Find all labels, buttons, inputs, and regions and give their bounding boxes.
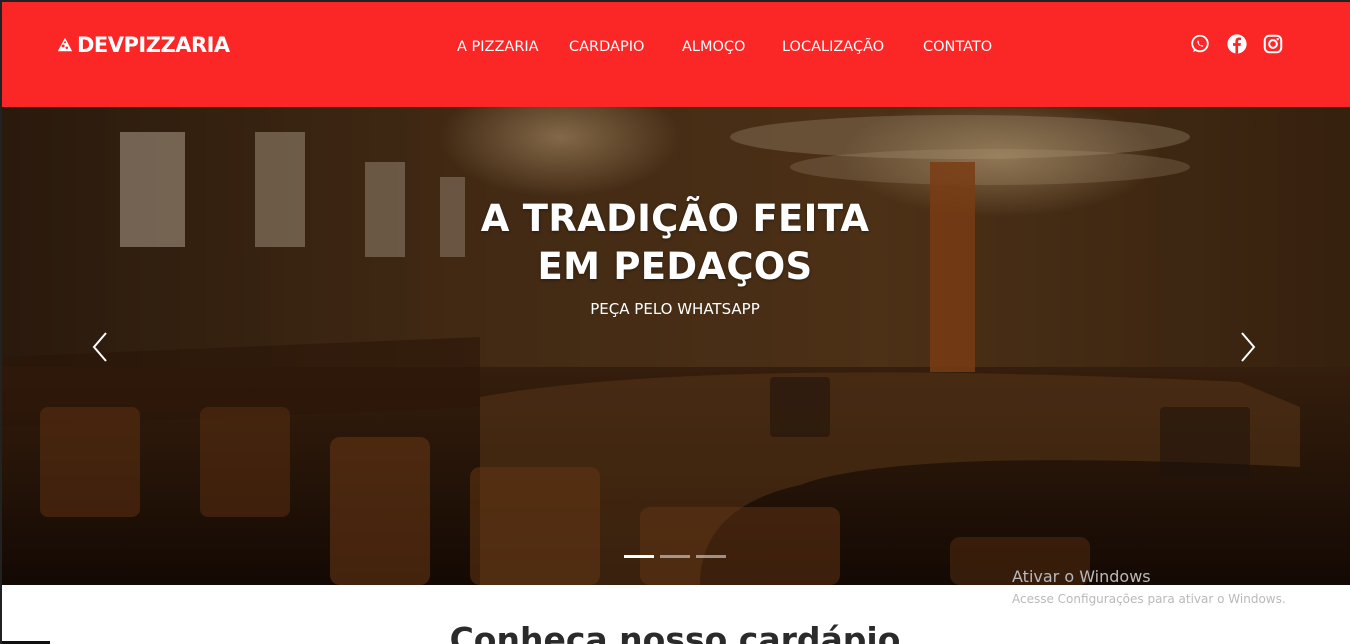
carousel-indicators — [624, 555, 726, 558]
hero-carousel: A TRADIÇÃO FEITA EM PEDAÇOS PEÇA PELO WH… — [0, 107, 1350, 585]
carousel-indicator-3[interactable] — [696, 555, 726, 558]
carousel-next-button[interactable] — [1237, 331, 1257, 363]
carousel-prev-button[interactable] — [91, 331, 111, 363]
hero-title: A TRADIÇÃO FEITA EM PEDAÇOS — [425, 195, 925, 291]
hero-overlay — [0, 107, 1350, 585]
nav-cardapio[interactable]: CARDAPIO — [569, 37, 644, 57]
site-header: DEVPIZZARIA A PIZZARIA CARDAPIO ALMOÇO L… — [0, 0, 1350, 107]
chevron-left-icon — [92, 332, 107, 362]
main-nav: A PIZZARIA CARDAPIO ALMOÇO LOCALIZAÇÃO C… — [0, 37, 1350, 57]
carousel-indicator-1[interactable] — [624, 555, 654, 558]
carousel-indicator-2[interactable] — [660, 555, 690, 558]
chevron-right-icon — [1241, 332, 1256, 362]
watermark-title: Ativar o Windows — [1012, 567, 1151, 586]
hero-subtitle: PEÇA PELO WHATSAPP — [590, 300, 760, 318]
nav-localizacao[interactable]: LOCALIZAÇÃO — [782, 37, 884, 57]
nav-almoco[interactable]: ALMOÇO — [682, 37, 745, 57]
windows-activation-watermark: Ativar o Windows Acesse Configurações pa… — [1012, 567, 1286, 607]
hero-title-line-2: EM PEDAÇOS — [537, 245, 813, 288]
watermark-subtitle: Acesse Configurações para ativar o Windo… — [1012, 592, 1286, 606]
hero-title-line-1: A TRADIÇÃO FEITA — [480, 197, 870, 240]
whatsapp-icon[interactable] — [1189, 33, 1211, 55]
nav-contato[interactable]: CONTATO — [923, 37, 992, 57]
instagram-icon[interactable] — [1262, 33, 1284, 55]
facebook-icon[interactable] — [1226, 33, 1248, 55]
nav-a-pizzaria[interactable]: A PIZZARIA — [457, 37, 539, 57]
section-title: Conheça nosso cardápio — [449, 620, 901, 644]
